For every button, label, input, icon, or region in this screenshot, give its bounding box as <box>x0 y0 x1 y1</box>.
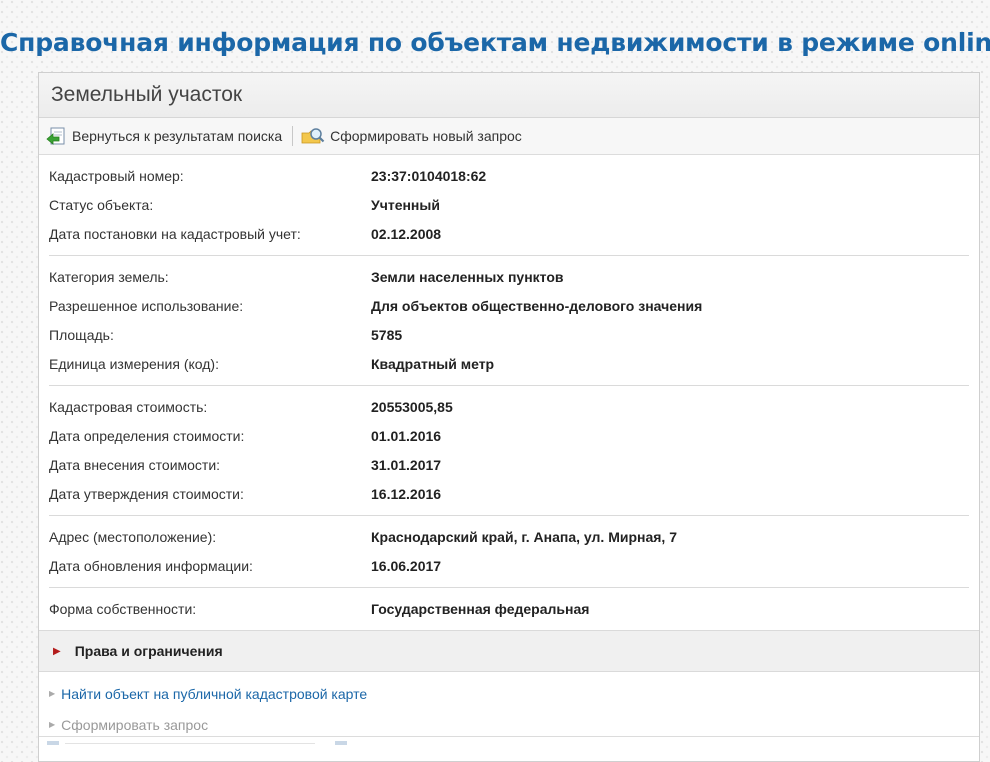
registration-group: Кадастровый номер: 23:37:0104018:62 Стат… <box>49 155 969 256</box>
field-label: Дата постановки на кадастровый учет: <box>49 225 301 242</box>
link-item: ▶ Найти объект на публичной кадастровой … <box>49 678 979 709</box>
field-value: Для объектов общественно-делового значен… <box>371 297 703 314</box>
magnifier-folder-icon <box>301 128 325 144</box>
field-value: 01.01.2016 <box>371 427 442 444</box>
new-request-button[interactable]: Сформировать новый запрос <box>301 126 522 146</box>
info-row: Статус объекта: Учтенный <box>49 190 969 219</box>
object-details: Кадастровый номер: 23:37:0104018:62 Стат… <box>39 155 979 630</box>
info-row: Дата постановки на кадастровый учет: 02.… <box>49 219 969 248</box>
field-label: Статус объекта: <box>49 196 154 213</box>
ownership-group: Форма собственности: Государственная фед… <box>49 588 969 630</box>
field-value: Земли населенных пунктов <box>371 268 564 285</box>
small-triangle-right-icon: ▶ <box>49 720 56 729</box>
field-value: 31.01.2017 <box>371 456 442 473</box>
panel-header: Земельный участок <box>39 73 979 118</box>
field-label: Дата утверждения стоимости: <box>49 485 244 502</box>
back-arrow-document-icon <box>46 127 65 145</box>
field-label: Дата внесения стоимости: <box>49 456 221 473</box>
rights-section-label: Права и ограничения <box>74 643 223 659</box>
info-row: Дата определения стоимости: 01.01.2016 <box>49 421 969 450</box>
field-label: Разрешенное использование: <box>49 297 244 314</box>
make-request-link[interactable]: Сформировать запрос <box>61 717 208 733</box>
toolbar: Вернуться к результатам поиска Сформиров… <box>39 118 979 155</box>
field-value: 16.12.2016 <box>371 485 442 502</box>
info-row: Адрес (местоположение): Краснодарский кр… <box>49 522 969 551</box>
valuation-group: Кадастровая стоимость: 20553005,85 Дата … <box>49 386 969 516</box>
info-row: Дата утверждения стоимости: 16.12.2016 <box>49 479 969 508</box>
panel-footer-divider <box>39 736 979 737</box>
action-links: ▶ Найти объект на публичной кадастровой … <box>39 672 979 740</box>
back-to-results-button[interactable]: Вернуться к результатам поиска <box>45 126 282 146</box>
field-label: Дата обновления информации: <box>49 557 253 574</box>
field-value: Государственная федеральная <box>371 600 590 617</box>
rights-section-toggle[interactable]: ▶ Права и ограничения <box>39 630 979 672</box>
info-row: Форма собственности: Государственная фед… <box>49 594 969 623</box>
address-group: Адрес (местоположение): Краснодарский кр… <box>49 516 969 588</box>
footer-icon-stub <box>335 741 347 745</box>
field-value: Квадратный метр <box>371 355 495 372</box>
field-value: 16.06.2017 <box>371 557 442 574</box>
info-row: Единица измерения (код): Квадратный метр <box>49 349 969 378</box>
field-label: Форма собственности: <box>49 600 197 617</box>
info-row: Кадастровый номер: 23:37:0104018:62 <box>49 161 969 190</box>
page-title: Справочная информация по объектам недвиж… <box>0 28 990 57</box>
field-label: Кадастровый номер: <box>49 167 184 184</box>
field-label: Дата определения стоимости: <box>49 427 245 444</box>
field-value: 5785 <box>371 326 403 343</box>
info-row: Площадь: 5785 <box>49 320 969 349</box>
footer-icon-stub <box>47 741 59 745</box>
field-value: Краснодарский край, г. Анапа, ул. Мирная… <box>371 528 677 545</box>
field-label: Площадь: <box>49 326 114 343</box>
public-cadastral-map-link[interactable]: Найти объект на публичной кадастровой ка… <box>61 686 367 702</box>
footer-divider <box>65 742 315 744</box>
info-row: Дата обновления информации: 16.06.2017 <box>49 551 969 580</box>
field-label: Кадастровая стоимость: <box>49 398 208 415</box>
field-label: Категория земель: <box>49 268 169 285</box>
field-value: 02.12.2008 <box>371 225 442 242</box>
info-row: Дата внесения стоимости: 31.01.2017 <box>49 450 969 479</box>
info-row: Кадастровая стоимость: 20553005,85 <box>49 392 969 421</box>
new-request-label: Сформировать новый запрос <box>330 128 522 144</box>
info-row: Разрешенное использование: Для объектов … <box>49 291 969 320</box>
land-group: Категория земель: Земли населенных пункт… <box>49 256 969 386</box>
small-triangle-right-icon: ▶ <box>49 689 56 698</box>
field-value: 23:37:0104018:62 <box>371 167 487 184</box>
triangle-right-icon: ▶ <box>53 645 61 657</box>
info-row: Категория земель: Земли населенных пункт… <box>49 262 969 291</box>
panel-footer-toolbar <box>47 741 353 745</box>
field-label: Адрес (местоположение): <box>49 528 217 545</box>
object-panel: Земельный участок Вернуться к результата… <box>38 72 980 762</box>
field-label: Единица измерения (код): <box>49 355 219 372</box>
back-to-results-label: Вернуться к результатам поиска <box>72 128 283 144</box>
toolbar-separator <box>292 126 294 146</box>
field-value: Учтенный <box>371 196 440 213</box>
field-value: 20553005,85 <box>371 398 453 415</box>
